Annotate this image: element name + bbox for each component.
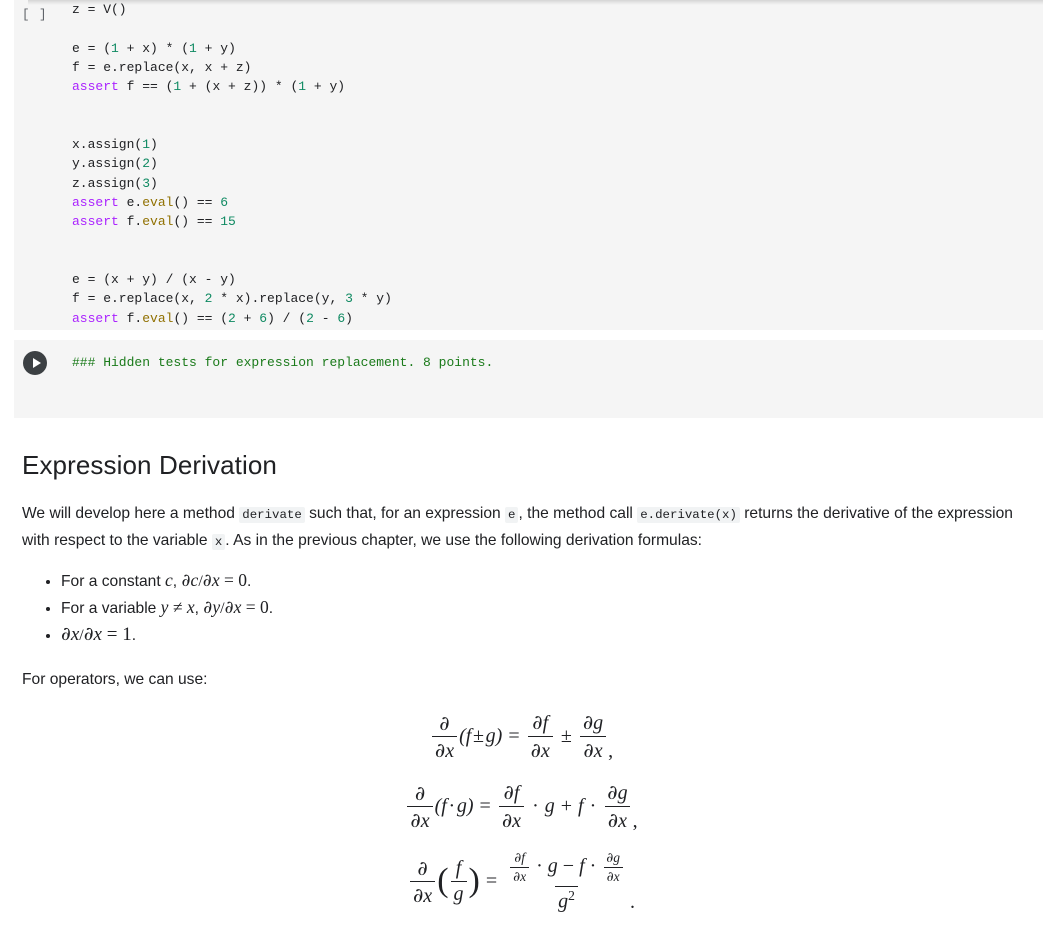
cell-prompt-1[interactable]: [ ] — [22, 8, 48, 22]
trailing-comma: , — [608, 740, 614, 762]
formula-body: (f ± g) — [459, 725, 503, 747]
formula-sum-rule: ∂ ∂x (f ± g) = ∂f ∂x ± ∂g ∂x , — [430, 710, 613, 763]
rule-formula: ∂x/∂x = 1 — [61, 623, 132, 645]
inline-code-x: x — [211, 534, 226, 550]
paragraph-text: such that, for an expression — [304, 505, 506, 522]
code-comment-line: ### Hidden tests for expression replacem… — [72, 355, 494, 370]
code-line: f = e.replace(x, 2 * x).replace(y, 3 * y… — [72, 291, 392, 307]
f-term: f — [578, 795, 584, 817]
left-paren: ( — [437, 862, 449, 900]
code-blank — [72, 234, 80, 249]
operators-paragraph: For operators, we can use: — [22, 671, 208, 688]
code-line: assert e.eval() == 6 — [72, 194, 229, 210]
rule-suffix: . — [246, 573, 252, 590]
list-item: For a variable y ≠ x, ∂y/∂x = 0. — [61, 595, 1021, 621]
formula-quotient-rule: ∂ ∂x ( f g ) = ∂f ∂x · g − f · ∂g ∂x g2 … — [408, 850, 635, 914]
trailing-comma: , — [632, 810, 638, 832]
partial-operator: ∂ ∂x — [409, 856, 436, 908]
equals-sign: = — [485, 870, 498, 893]
right-paren: ) — [468, 862, 480, 900]
code-cell-1[interactable]: [ ] z = V() e = (1 + x) * (1 + y) f = e.… — [14, 0, 1043, 330]
partial-operator: ∂ ∂x — [431, 711, 458, 763]
rule-suffix: . — [131, 627, 137, 644]
code-line-partial: z = V() — [72, 2, 127, 17]
intro-paragraph: We will develop here a method derivate s… — [22, 501, 1021, 555]
notebook-container: [ ] z = V() e = (1 + x) * (1 + y) f = e.… — [0, 0, 1043, 931]
code-line: e = (x + y) / (x - y) — [72, 272, 236, 288]
code-line: assert f.eval() == (2 + 6) / (2 - 6) — [72, 310, 353, 326]
code-content-1[interactable]: z = V() e = (1 + x) * (1 + y) f = e.repl… — [14, 0, 1043, 328]
code-line: f = e.replace(x, x + z) — [72, 59, 252, 75]
code-blank — [72, 21, 80, 36]
plus-sign: + — [560, 795, 573, 817]
inline-code-e: e — [505, 507, 519, 523]
rule-prefix: For a variable — [61, 600, 161, 617]
list-item: ∂x/∂x = 1. — [61, 622, 1021, 648]
plus-minus-sign: ± — [560, 725, 572, 747]
paragraph-text: . As in the previous chapter, we use the… — [225, 532, 703, 549]
code-line: y.assign(2) — [72, 156, 158, 172]
cdot-sign: · — [532, 795, 539, 817]
derivation-rules-list: For a constant c, ∂c/∂x = 0. For a varia… — [22, 568, 1021, 648]
inline-code-derivate-call: e.derivate(x) — [637, 507, 740, 523]
rule-comma: , — [194, 600, 204, 617]
quotient-numerator: ∂f ∂x · g − f · ∂g ∂x — [505, 850, 628, 886]
formula-body: (f · g) — [434, 795, 474, 817]
rule-suffix: . — [268, 600, 274, 617]
partial-operator: ∂ ∂x — [407, 781, 433, 833]
quotient-denominator: g2 — [555, 886, 578, 914]
derivation-formulas: ∂ ∂x (f ± g) = ∂f ∂x ± ∂g ∂x , ∂ ∂x (f ·… — [22, 710, 1021, 931]
f-over-g: f g — [450, 857, 467, 906]
g-term: g — [544, 795, 555, 817]
rule-variable: y ≠ x — [160, 597, 195, 617]
run-cell-button[interactable] — [23, 351, 47, 375]
code-line: e = (1 + x) * (1 + y) — [72, 40, 236, 56]
code-blank — [72, 253, 80, 268]
code-line: x.assign(1) — [72, 137, 158, 153]
cdot-sign: · — [589, 795, 597, 817]
rule-variable: c — [165, 570, 173, 590]
code-line: z.assign(3) — [72, 175, 158, 191]
rule-formula: ∂c/∂x = 0 — [181, 570, 247, 591]
markdown-section: Expression Derivation We will develop he… — [0, 449, 1043, 931]
partial-g: ∂g ∂x — [604, 780, 631, 833]
code-line: assert f == (1 + (x + z)) * (1 + y) — [72, 79, 346, 95]
equals-sign: = — [508, 725, 520, 747]
code-content-2[interactable]: ### Hidden tests for expression replacem… — [14, 340, 1043, 372]
rule-formula: ∂y/∂x = 0 — [203, 597, 269, 618]
partial-g: ∂g ∂x — [603, 850, 623, 885]
partial-f: ∂f ∂x — [527, 710, 553, 763]
code-cell-2[interactable]: ### Hidden tests for expression replacem… — [14, 340, 1043, 418]
play-icon — [32, 358, 41, 368]
partial-f: ∂f ∂x — [498, 780, 525, 833]
inline-code-derivate: derivate — [239, 507, 305, 523]
quotient-fraction: ∂f ∂x · g − f · ∂g ∂x g2 — [505, 850, 628, 914]
code-line: assert f.eval() == 15 — [72, 214, 236, 230]
partial-g: ∂g ∂x — [580, 710, 606, 763]
list-item: For a constant c, ∂c/∂x = 0. — [61, 568, 1021, 594]
code-blank — [72, 98, 80, 113]
partial-f: ∂f ∂x — [510, 850, 530, 885]
equals-sign: = — [479, 795, 491, 817]
rule-prefix: For a constant — [61, 573, 166, 590]
paragraph-text: We will develop here a method — [22, 505, 240, 522]
paragraph-text: , the method call — [518, 505, 638, 522]
trailing-period: . — [630, 890, 636, 913]
formula-product-rule: ∂ ∂x (f · g) = ∂f ∂x · g + f · ∂g ∂x , — [405, 780, 638, 833]
code-blank — [72, 118, 80, 133]
page-title: Expression Derivation — [22, 450, 277, 480]
